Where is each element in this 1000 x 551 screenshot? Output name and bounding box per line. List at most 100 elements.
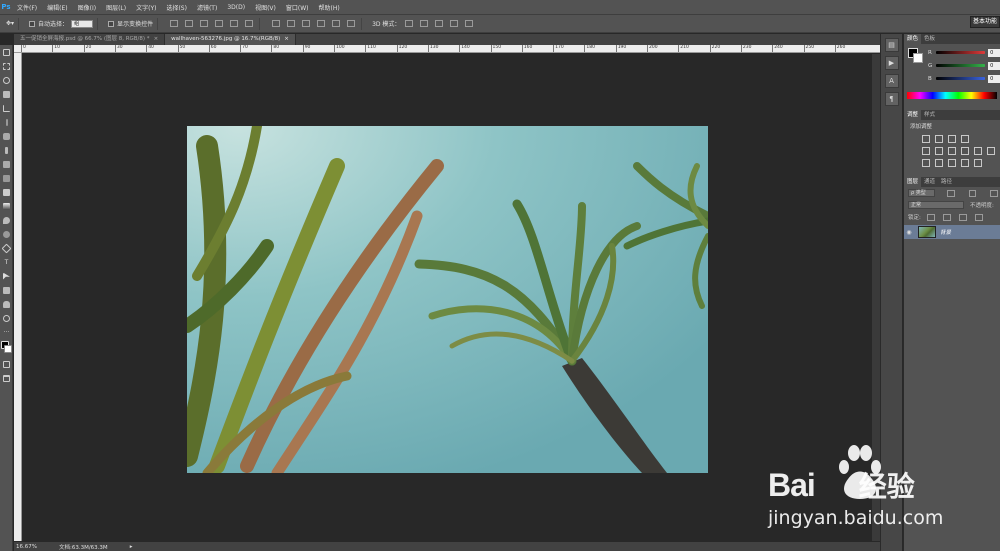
selective-color-icon[interactable] <box>974 159 982 167</box>
3d-scale-icon[interactable] <box>465 20 474 27</box>
blue-track[interactable] <box>935 77 986 80</box>
distribute-right-icon[interactable] <box>347 20 356 27</box>
3d-slide-icon[interactable] <box>450 20 459 27</box>
show-transform-checkbox[interactable] <box>108 20 115 27</box>
menu-view[interactable]: 视图(V) <box>250 3 281 12</box>
distribute-vcenter-icon[interactable] <box>287 20 296 27</box>
bg-color-chip[interactable] <box>913 53 923 63</box>
lock-transparent-icon[interactable] <box>926 213 935 221</box>
quick-mask-button[interactable] <box>0 357 13 371</box>
close-icon[interactable]: × <box>284 36 289 42</box>
green-track[interactable] <box>935 64 986 67</box>
healing-tool[interactable] <box>0 129 13 143</box>
history-brush-tool[interactable] <box>0 171 13 185</box>
filter-pixel-icon[interactable] <box>946 189 955 197</box>
move-tool[interactable] <box>0 45 13 59</box>
channel-mixer-icon[interactable] <box>974 147 982 155</box>
menu-help[interactable]: 帮助(H) <box>314 3 345 12</box>
show-transform-option[interactable]: 显示变换控件 <box>108 19 153 28</box>
menu-layer[interactable]: 图层(L) <box>101 3 131 12</box>
lock-pixels-icon[interactable] <box>942 213 951 221</box>
red-value[interactable]: 0 <box>988 48 1000 57</box>
menu-3d[interactable]: 3D(D) <box>222 4 250 11</box>
hue-saturation-icon[interactable] <box>922 147 930 155</box>
menu-select[interactable]: 选择(S) <box>161 3 192 12</box>
layer-row-background[interactable]: ◉ 背景 <box>904 225 1000 239</box>
tab-adjustments[interactable]: 调整 <box>904 110 922 120</box>
layer-kind-filter[interactable]: ρ 类型 <box>908 189 935 197</box>
lock-all-icon[interactable] <box>974 213 983 221</box>
tab-swatches[interactable]: 色板 <box>921 34 938 44</box>
curves-icon[interactable] <box>948 135 956 143</box>
menu-image[interactable]: 图像(I) <box>73 3 101 12</box>
tab-layers[interactable]: 图层 <box>904 177 922 187</box>
auto-select-option[interactable]: 自动选择： 组 <box>29 19 94 28</box>
quick-select-tool[interactable] <box>0 87 13 101</box>
history-panel-icon[interactable]: ▤ <box>884 38 899 52</box>
dodge-tool[interactable] <box>0 227 13 241</box>
workspace-switcher[interactable]: 基本功能 <box>970 16 1000 28</box>
more-tools[interactable]: ··· <box>0 325 13 339</box>
red-track[interactable] <box>935 51 986 54</box>
auto-select-dropdown[interactable]: 组 <box>71 19 94 28</box>
paragraph-panel-icon[interactable]: ¶ <box>884 92 899 106</box>
eye-icon[interactable]: ◉ <box>904 229 914 236</box>
black-white-icon[interactable] <box>948 147 956 155</box>
tab-channels[interactable]: 通道 <box>921 177 938 187</box>
brush-tool[interactable] <box>0 143 13 157</box>
brightness-icon[interactable] <box>922 135 930 143</box>
document-image[interactable] <box>187 126 708 473</box>
3d-roll-icon[interactable] <box>420 20 429 27</box>
color-balance-icon[interactable] <box>935 147 943 155</box>
auto-select-checkbox[interactable] <box>29 20 36 27</box>
tab-paths[interactable]: 路径 <box>938 177 955 187</box>
green-value[interactable]: 0 <box>988 61 1000 70</box>
3d-pan-icon[interactable] <box>435 20 444 27</box>
blur-tool[interactable] <box>0 213 13 227</box>
hand-tool[interactable] <box>0 297 13 311</box>
lasso-tool[interactable] <box>0 73 13 87</box>
levels-icon[interactable] <box>935 135 943 143</box>
gradient-map-icon[interactable] <box>961 159 969 167</box>
posterize-icon[interactable] <box>935 159 943 167</box>
vibrance-icon[interactable] <box>974 135 982 143</box>
zoom-level[interactable]: 16.67% <box>16 544 37 550</box>
color-spectrum[interactable] <box>907 92 997 99</box>
eraser-tool[interactable] <box>0 185 13 199</box>
path-select-tool[interactable] <box>0 269 13 283</box>
menu-file[interactable]: 文件(F) <box>12 3 42 12</box>
eyedropper-tool[interactable] <box>0 115 13 129</box>
move-tool-preset[interactable]: ✥▾ <box>6 20 14 27</box>
menu-type[interactable]: 文字(Y) <box>131 3 161 12</box>
pen-tool[interactable] <box>0 241 13 255</box>
filter-adjust-icon[interactable] <box>968 189 977 197</box>
gradient-tool[interactable] <box>0 199 13 213</box>
close-icon[interactable]: × <box>154 36 159 42</box>
align-hcenter-icon[interactable] <box>230 20 239 27</box>
screen-mode-button[interactable] <box>0 371 13 385</box>
filter-type-icon[interactable] <box>990 189 999 197</box>
align-bottom-icon[interactable] <box>200 20 209 27</box>
zoom-tool[interactable] <box>0 311 13 325</box>
distribute-hcenter-icon[interactable] <box>332 20 341 27</box>
align-top-icon[interactable] <box>170 20 179 27</box>
tab-jpg[interactable]: wallhaven-563276.jpg @ 16.7%(RGB/8) × <box>165 34 296 45</box>
blue-slider[interactable]: B 0 <box>904 72 1000 85</box>
align-vcenter-icon[interactable] <box>185 20 194 27</box>
menu-edit[interactable]: 编辑(E) <box>42 3 72 12</box>
lock-position-icon[interactable] <box>958 213 967 221</box>
align-left-icon[interactable] <box>215 20 224 27</box>
blue-value[interactable]: 0 <box>988 74 1000 83</box>
blend-mode-dropdown[interactable]: 正常 <box>908 201 964 209</box>
crop-tool[interactable] <box>0 101 13 115</box>
menu-filter[interactable]: 滤镜(T) <box>192 3 222 12</box>
color-swatches[interactable] <box>0 339 13 357</box>
background-color[interactable] <box>4 345 12 353</box>
photo-filter-icon[interactable] <box>961 147 969 155</box>
color-lookup-icon[interactable] <box>987 147 995 155</box>
status-menu-arrow-icon[interactable]: ▸ <box>130 544 133 550</box>
marquee-tool[interactable] <box>0 59 13 73</box>
menu-window[interactable]: 窗口(W) <box>281 3 314 12</box>
character-panel-icon[interactable]: A <box>884 74 899 88</box>
align-right-icon[interactable] <box>245 20 254 27</box>
